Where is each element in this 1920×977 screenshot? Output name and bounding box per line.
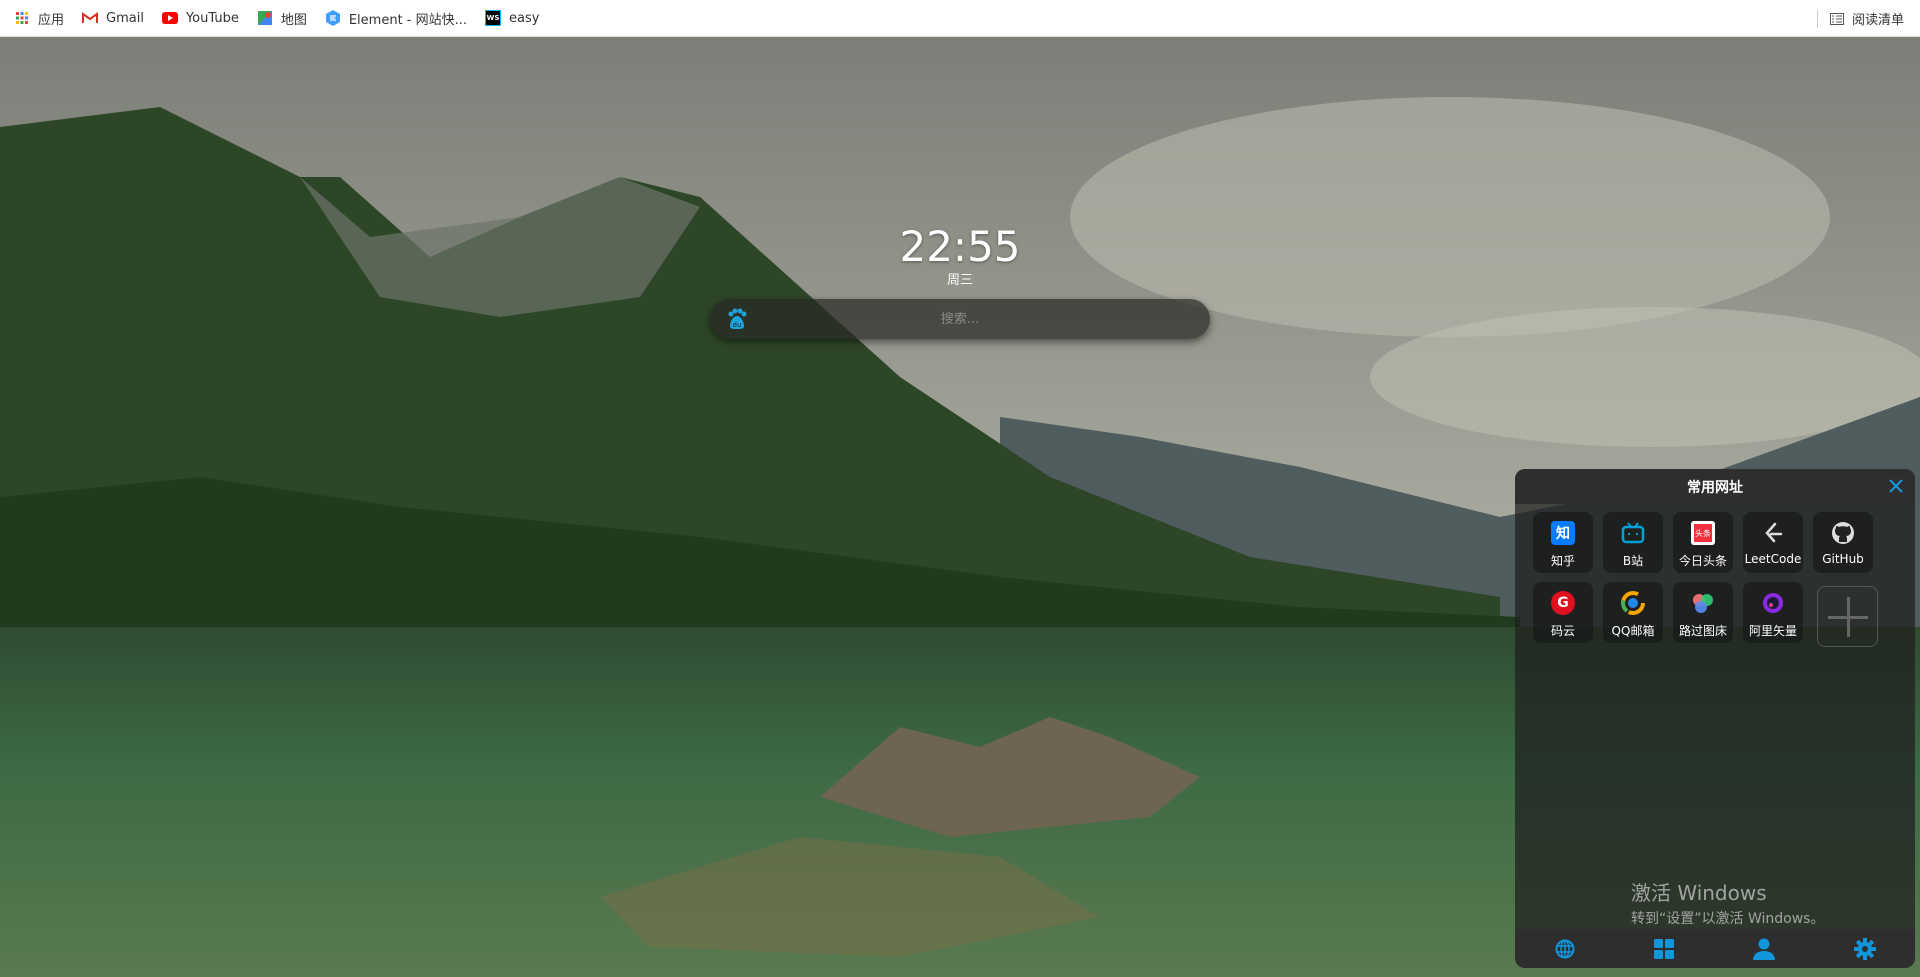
clock-time: 22:55 (899, 222, 1021, 271)
bookmark-element[interactable]: Element - 网站快... (325, 9, 467, 28)
close-icon[interactable] (1887, 477, 1905, 499)
bookmarks-bar: 应用 Gmail YouTube 地图 Element - 网站快... WS e… (0, 0, 1920, 37)
watermark-title: 激活 Windows (1631, 881, 1767, 905)
site-zhihu[interactable]: 知知乎 (1533, 512, 1593, 573)
youtube-icon (161, 10, 178, 26)
reading-list-label: 阅读清单 (1851, 13, 1904, 28)
toutiao-icon: 头条 (1691, 521, 1715, 545)
imgbed-icon (1691, 591, 1715, 615)
gitee-icon: G (1551, 591, 1575, 615)
reading-list[interactable]: 阅读清单 (1816, 0, 1904, 37)
panel-footer (1515, 929, 1915, 968)
bookmark-youtube[interactable]: YouTube (161, 10, 239, 26)
search-input[interactable] (710, 299, 1210, 339)
bookmark-label: 应用 (38, 12, 65, 28)
clock-weekday: 周三 (946, 273, 973, 288)
github-icon (1831, 521, 1855, 545)
bilibili-icon (1621, 521, 1645, 545)
bookmark-easy[interactable]: WS easy (485, 10, 539, 26)
site-label: 知乎 (1550, 554, 1575, 568)
add-site-button[interactable] (1817, 586, 1878, 647)
panel-title: 常用网址 (1687, 479, 1743, 496)
bookmark-label: Element - 网站快... (348, 12, 468, 28)
divider (1816, 9, 1818, 28)
site-leetcode[interactable]: LeetCode (1743, 512, 1803, 573)
site-label: LeetCode (1744, 552, 1802, 566)
zhihu-icon: 知 (1551, 521, 1575, 545)
search-bar: du (710, 299, 1210, 339)
site-github[interactable]: GitHub (1813, 512, 1873, 573)
leetcode-icon (1761, 521, 1785, 545)
bookmark-label: 地图 (280, 12, 307, 28)
site-bilibili[interactable]: B站 (1603, 512, 1663, 573)
settings-icon[interactable] (1853, 937, 1876, 960)
webstorm-icon: WS (485, 10, 502, 26)
site-label: 路过图床 (1678, 624, 1727, 638)
bookmark-label: easy (509, 10, 540, 26)
maps-icon (257, 10, 273, 26)
bookmark-label: YouTube (185, 10, 239, 26)
bookmark-apps[interactable]: 应用 (14, 9, 64, 28)
svg-text:du: du (733, 321, 742, 329)
bookmark-maps[interactable]: 地图 (257, 9, 307, 28)
site-label: 阿里矢量 (1748, 624, 1797, 638)
globe-icon[interactable] (1555, 939, 1575, 959)
apps-grid-icon (14, 10, 30, 26)
gmail-icon (82, 10, 99, 26)
site-gitee[interactable]: G 码云 (1533, 582, 1593, 643)
site-imgbed[interactable]: 路过图床 (1673, 582, 1733, 643)
panel-header: 常用网址 (1515, 469, 1915, 504)
qqmail-icon (1621, 591, 1645, 615)
site-label: QQ邮箱 (1611, 624, 1655, 638)
site-iconfont[interactable]: 阿里矢量 (1743, 582, 1803, 643)
element-icon (325, 10, 341, 26)
site-label: GitHub (1822, 552, 1864, 566)
windows-activation-watermark: 激活 Windows 转到“设置”以激活 Windows。 (1631, 877, 1824, 928)
bookmark-gmail[interactable]: Gmail (82, 10, 144, 26)
site-label: 今日头条 (1678, 554, 1727, 568)
site-label: 码云 (1550, 624, 1575, 638)
site-label: B站 (1622, 554, 1644, 568)
user-icon[interactable] (1752, 938, 1775, 960)
grid-icon[interactable] (1653, 938, 1674, 959)
baidu-icon[interactable]: du (726, 308, 748, 334)
site-qqmail[interactable]: QQ邮箱 (1603, 582, 1663, 643)
reading-list-icon (1829, 12, 1844, 25)
watermark-subtitle: 转到“设置”以激活 Windows。 (1631, 911, 1825, 927)
iconfont-icon (1761, 591, 1785, 615)
site-toutiao[interactable]: 头条 今日头条 (1673, 512, 1733, 573)
bookmark-label: Gmail (106, 10, 144, 26)
